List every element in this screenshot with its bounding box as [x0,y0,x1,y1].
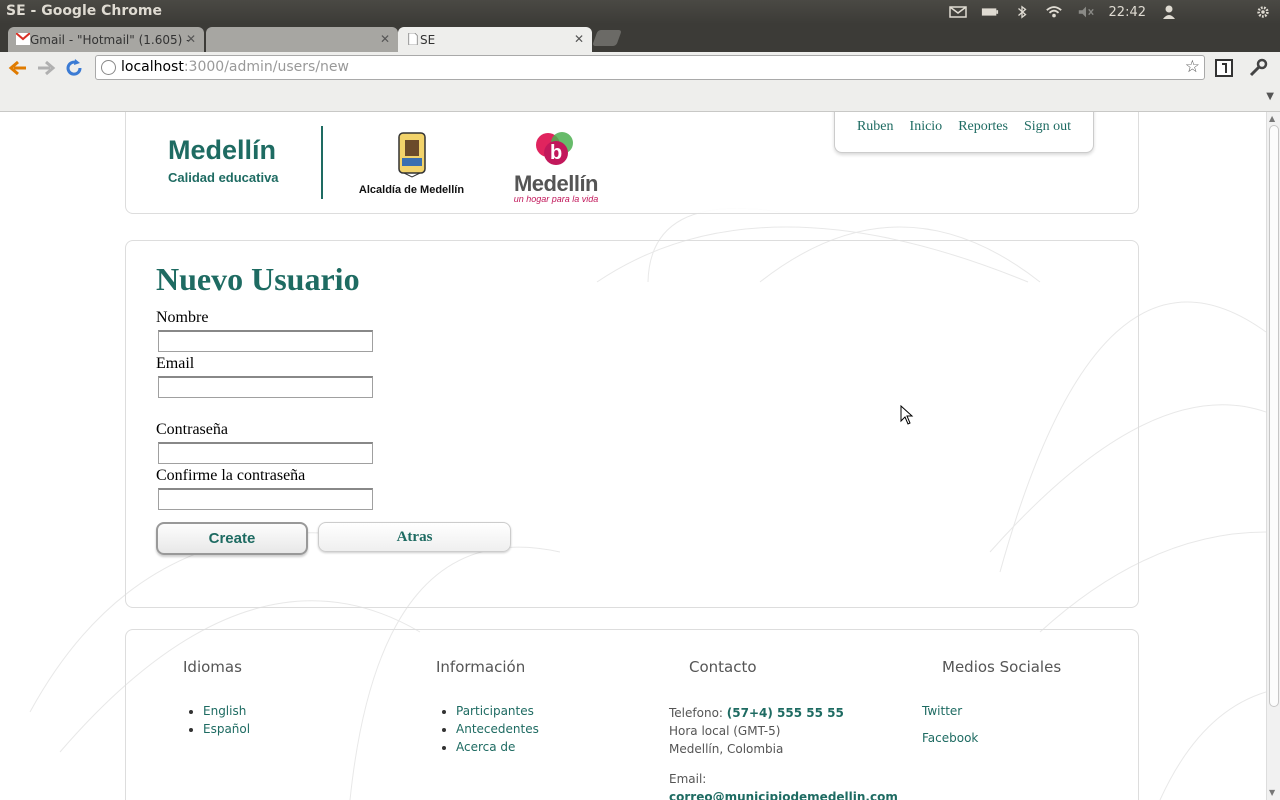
create-button[interactable]: Create [156,522,308,555]
list-item: Participantes [456,704,539,718]
lang-english-link[interactable]: English [203,704,246,718]
gear-icon[interactable] [1254,5,1272,19]
footer-informacion: Información Participantes Antecedentes A… [436,658,539,758]
tab-label: Gmail - "Hotmail" (1.605) - [30,32,191,47]
antecedentes-link[interactable]: Antecedentes [456,722,539,736]
heart-logo-icon: b [536,132,573,165]
contact-email: correo@municipiodemedellin.com [669,788,898,800]
tab-se[interactable]: SE ✕ [398,27,592,52]
tab-label: SE [420,32,436,47]
email-input[interactable] [158,376,373,398]
scroll-up-icon[interactable]: ▲ [1269,114,1275,123]
medellin-hogar-logo: b Medellín un hogar para la vida [511,129,601,204]
contact-email-label: Email: [669,772,707,786]
user-nav: Ruben Inicio Reportes Sign out [834,112,1094,153]
medios-heading: Medios Sociales [942,658,1062,676]
tab-blurred[interactable]: ✕ [206,27,398,52]
back-icon[interactable] [8,58,28,78]
site-header: Medellín Calidad educativa Alcaldía de M… [125,112,1139,214]
lang-espanol-link[interactable]: Español [203,722,250,736]
password-confirm-input[interactable] [158,488,373,510]
globe-icon [101,60,116,75]
page-title: Nuevo Usuario [156,261,360,297]
list-item: Acerca de [456,740,539,754]
wrench-icon[interactable] [1248,58,1268,78]
nav-inicio[interactable]: Inicio [910,119,943,152]
forward-icon[interactable] [36,58,56,78]
medellin-calidad-logo[interactable]: Medellín Calidad educativa [168,135,279,185]
contact-location: Medellín, Colombia [669,742,784,756]
password-input[interactable] [158,442,373,464]
logo-subtitle: Calidad educativa [168,170,279,185]
site-footer: Idiomas English Español Información Part… [125,629,1139,800]
url-text[interactable]: localhost:3000/admin/users/new [121,59,349,75]
new-user-form: Nuevo Usuario Nombre Email Contraseña Co… [125,240,1139,608]
alcaldia-label: Alcaldía de Medellín [358,184,465,196]
back-button[interactable]: Atras [318,522,511,552]
nombre-input[interactable] [158,330,373,352]
mouse-cursor-icon [900,405,914,425]
gmail-icon [16,33,30,45]
system-tray: 22:42 [948,0,1280,24]
alcaldia-logo: Alcaldía de Medellín [354,130,469,196]
username-blur [1192,7,1240,17]
reload-icon[interactable] [64,58,84,78]
contact-phone: Telefono: (57+4) 555 55 55 [669,706,844,720]
clock[interactable]: 22:42 [1109,5,1146,20]
bookmark-star-icon[interactable]: ☆ [1185,57,1200,77]
logo-title: Medellín [168,135,277,165]
battery-icon[interactable] [981,5,999,19]
email-label: Email [156,355,195,372]
scroll-down-icon[interactable]: ▼ [1269,788,1275,797]
close-icon[interactable]: ✕ [574,32,584,46]
phone-number: (57+4) 555 55 55 [726,706,844,720]
close-icon[interactable]: ✕ [380,32,390,46]
page-icon [408,33,418,45]
volume-muted-icon[interactable] [1077,5,1095,19]
page-scrollbar[interactable]: ▲ ▼ [1266,112,1280,800]
tab-strip: Gmail - "Hotmail" (1.605) - ✕ ✕ SE ✕ [0,24,1280,52]
nombre-label: Nombre [156,309,209,326]
email-link[interactable]: correo@municipiodemedellin.com [669,790,898,800]
address-bar[interactable]: localhost:3000/admin/users/new ☆ [95,55,1205,80]
logo-divider [321,126,323,199]
wifi-icon[interactable] [1045,5,1063,19]
city-logo-tagline: un hogar para la vida [513,194,599,204]
footer-contacto: Contacto Telefono: (57+4) 555 55 55 Hora… [669,658,898,800]
contacto-heading: Contacto [689,658,757,676]
acerca-link[interactable]: Acerca de [456,740,515,754]
extension-icon[interactable] [1214,58,1234,78]
scrollbar-thumb[interactable] [1269,125,1279,707]
facebook-link[interactable]: Facebook [922,731,1061,745]
city-seal-icon [397,132,426,178]
footer-medios: Medios Sociales Twitter Facebook [922,658,1061,758]
list-item: English [203,704,250,718]
password-confirm-label: Confirme la contraseña [156,467,306,484]
idiomas-heading: Idiomas [183,658,242,676]
close-icon[interactable]: ✕ [186,32,196,46]
password-label: Contraseña [156,421,228,438]
mail-icon[interactable] [948,5,967,19]
list-item: Antecedentes [456,722,539,736]
svg-text:b: b [550,142,562,164]
nav-user[interactable]: Ruben [857,119,894,152]
os-top-panel: SE - Google Chrome 22:42 [0,0,1280,24]
page-viewport: Medellín Calidad educativa Alcaldía de M… [0,112,1266,800]
informacion-heading: Información [436,658,526,676]
participantes-link[interactable]: Participantes [456,704,534,718]
window-title: SE - Google Chrome [6,3,162,19]
chevron-down-icon[interactable]: ▼ [1266,91,1274,102]
twitter-link[interactable]: Twitter [922,704,1061,718]
bluetooth-icon[interactable] [1013,5,1031,19]
nav-sign-out[interactable]: Sign out [1024,119,1071,152]
contact-timezone: Hora local (GMT-5) [669,724,781,738]
nav-reportes[interactable]: Reportes [958,119,1008,152]
tab-gmail[interactable]: Gmail - "Hotmail" (1.605) - ✕ [8,27,204,52]
list-item: Español [203,722,250,736]
footer-idiomas: Idiomas English Español [183,658,250,740]
bookmark-bar: ▼ [0,83,1280,112]
user-icon[interactable] [1160,5,1178,19]
